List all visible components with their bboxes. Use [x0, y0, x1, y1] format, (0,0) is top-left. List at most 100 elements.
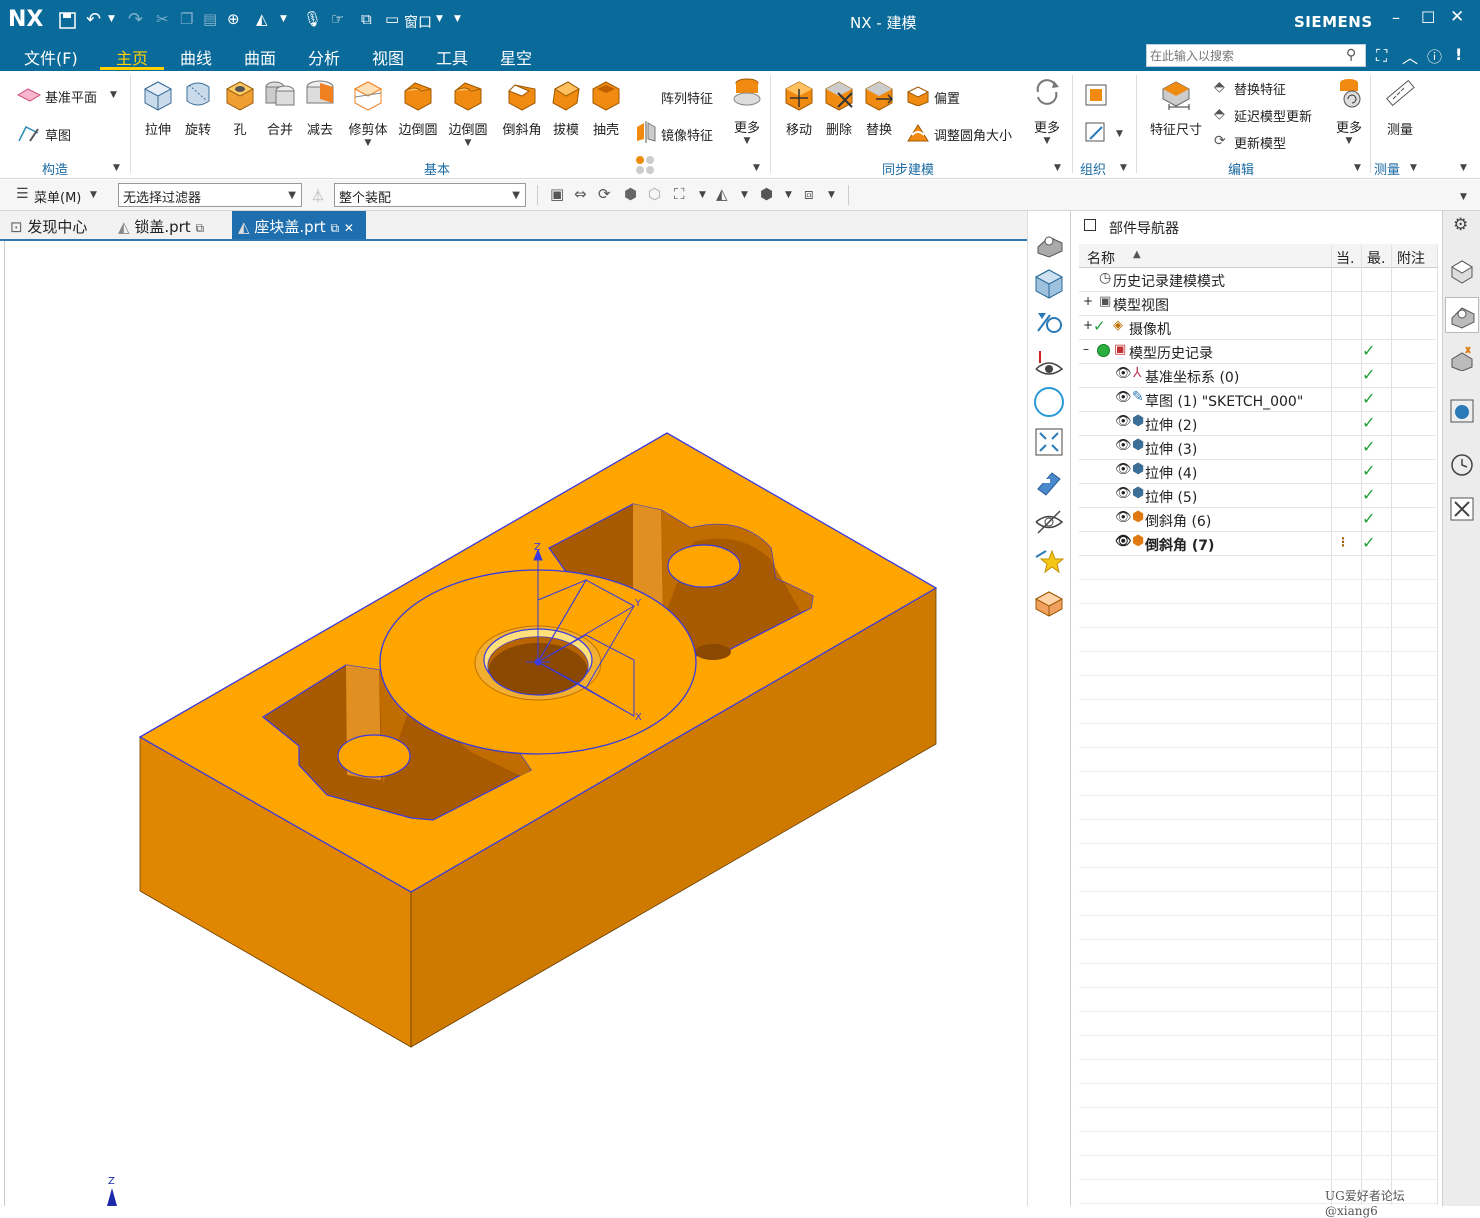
edit-group-dropdown-icon[interactable]: ▼ — [1354, 163, 1361, 173]
select-body-icon[interactable]: ⬢ — [624, 185, 637, 203]
eye-icon[interactable]: 👁 — [1115, 438, 1132, 453]
sync-more-dropdown-icon[interactable]: ▼ — [1028, 136, 1066, 146]
eye-icon[interactable]: 👁 — [1115, 462, 1132, 477]
touch-icon[interactable]: ☞ — [331, 10, 344, 28]
minimize-icon[interactable]: – — [1392, 8, 1400, 27]
eye-icon[interactable]: 👁 — [1115, 414, 1132, 429]
trim-body-button[interactable]: 修剪体 ▼ — [344, 77, 392, 148]
tools-palette-icon[interactable] — [1448, 495, 1476, 523]
tree-row-extrude-5[interactable]: 👁 ⬢ 拉伸 (5) ✓ — [1079, 484, 1435, 508]
shell-button[interactable]: 抽壳 — [588, 77, 624, 138]
sort-ascending-icon[interactable]: ▲ — [1133, 249, 1141, 260]
favorite-view-icon[interactable] — [1032, 545, 1066, 579]
extrude-button[interactable]: 拉伸 — [140, 77, 176, 138]
resize-blend-button[interactable]: 调整圆角大小 — [934, 125, 1012, 144]
search-icon[interactable]: ⚲ — [1346, 47, 1356, 63]
tab-lock-cover[interactable]: ◭ 锁盖.prt ⧉ — [112, 211, 210, 239]
part-navigator-tab[interactable] — [1445, 297, 1479, 333]
tree-row-cameras[interactable]: + ✓ ◈ 摄像机 — [1079, 316, 1435, 340]
menu-hamburger-icon[interactable]: ☰ — [16, 186, 29, 202]
menu-tools[interactable]: 工具 — [436, 45, 468, 69]
mic-icon[interactable]: 🎙 — [303, 10, 322, 28]
eye-icon[interactable]: 👁 — [1115, 366, 1132, 381]
datum-plane-dropdown-icon[interactable]: ▼ — [110, 90, 117, 100]
edge-blend-button[interactable]: 边倒圆 — [396, 77, 440, 138]
fullscreen-icon[interactable]: ⛶ — [1376, 46, 1387, 66]
save-icon[interactable] — [58, 11, 78, 31]
shaded-edges-icon[interactable] — [1032, 225, 1066, 259]
replace-face-button[interactable]: 替换 — [860, 77, 898, 138]
navigator-checkbox[interactable] — [1084, 219, 1096, 231]
isometric-view-icon[interactable] — [1032, 265, 1066, 299]
menu-curve[interactable]: 曲线 — [180, 45, 212, 69]
layer-model-icon[interactable] — [1032, 585, 1066, 619]
edit-more-dropdown-icon[interactable]: ▼ — [1330, 136, 1368, 146]
col-notes[interactable]: 附注 — [1397, 248, 1425, 268]
select-rotate-icon[interactable]: ⟳ — [598, 185, 611, 203]
fit-view-dropdown-icon[interactable]: ▼ — [699, 190, 706, 200]
render-style-icon[interactable]: ◭ — [716, 185, 728, 203]
col-name[interactable]: 名称 — [1087, 248, 1115, 268]
sync-more-button[interactable]: 更多 ▼ — [1028, 75, 1066, 146]
assembly-navigator-icon[interactable] — [1448, 257, 1476, 285]
tree-row-history-mode[interactable]: ◷ 历史记录建模模式 — [1079, 268, 1435, 292]
part-icon[interactable]: ◭ — [256, 10, 268, 28]
tree-row-chamfer-7[interactable]: 👁 ⬢ 倒斜角 (7) ⋮ ✓ — [1079, 532, 1435, 556]
tab-seat-cover[interactable]: ◭ 座块盖.prt ⧉ ✕ — [232, 211, 366, 239]
edge-blend-dropdown-icon[interactable]: ▼ — [446, 138, 490, 148]
layer-settings-icon[interactable]: ⧈ — [804, 185, 814, 203]
undo-icon[interactable]: ↶ — [86, 9, 101, 30]
col-latest[interactable]: 最. — [1367, 248, 1385, 268]
collapse-icon[interactable]: – — [1083, 342, 1089, 356]
hole-button[interactable]: 孔 — [222, 77, 258, 138]
clip-section-icon[interactable] — [1032, 465, 1066, 499]
tab-discovery-center[interactable]: ⊡ 发现中心 — [4, 211, 93, 239]
edit-section-icon[interactable] — [1032, 305, 1066, 339]
tree-row-sketch[interactable]: 👁 ✎ 草图 (1) "SKETCH_000" ✓ — [1079, 388, 1435, 412]
part-model[interactable]: Z Y X Z — [5, 241, 1027, 1206]
organize-tools-icon[interactable] — [1084, 121, 1108, 145]
select-between-icon[interactable]: ⇔ — [574, 185, 587, 203]
notify-icon[interactable]: ! — [1455, 45, 1462, 64]
collapse-ribbon-icon[interactable]: ︿ — [1402, 44, 1418, 68]
part-dropdown-icon[interactable]: ▼ — [280, 14, 287, 24]
expand-icon[interactable]: + — [1083, 294, 1093, 308]
feature-dimension-button[interactable]: 特征尺寸 — [1144, 77, 1208, 138]
history-palette-icon[interactable] — [1448, 451, 1476, 479]
tree-row-datum-csys[interactable]: 👁 ⅄ 基准坐标系 (0) ✓ — [1079, 364, 1435, 388]
basic-more-dropdown-icon[interactable]: ▼ — [728, 136, 766, 146]
close-tab-icon[interactable]: ✕ — [344, 221, 354, 235]
subtract-button[interactable]: 减去 — [302, 77, 338, 138]
pattern-feature-button[interactable]: 阵列特征 — [661, 88, 713, 107]
edit-more-button[interactable]: 更多 ▼ — [1330, 75, 1368, 146]
organize-group-dropdown-icon[interactable]: ▼ — [1120, 163, 1127, 173]
replace-feature-button[interactable]: 替换特征 — [1234, 79, 1286, 98]
customize-dropdown-icon[interactable]: ▼ — [454, 14, 461, 24]
type-filter-select[interactable]: 无选择过滤器 ▼ — [118, 183, 302, 207]
settings-gear-icon[interactable]: ⚙ — [1453, 215, 1468, 235]
menu-surface[interactable]: 曲面 — [244, 45, 276, 69]
help-icon[interactable]: ⓘ — [1427, 46, 1442, 67]
update-model-button[interactable]: 更新模型 — [1234, 133, 1286, 152]
repeat-icon[interactable]: ⊕ — [227, 10, 240, 28]
group-feature-icon[interactable] — [1084, 83, 1108, 107]
eye-icon[interactable]: 👁 — [1115, 486, 1132, 501]
ribbon-options-dropdown-icon[interactable]: ▼ — [1460, 163, 1467, 173]
select-feature-icon[interactable]: ▣ — [550, 185, 564, 203]
unite-button[interactable]: 合并 — [262, 77, 298, 138]
delay-update-button[interactable]: 延迟模型更新 — [1234, 106, 1312, 125]
close-icon[interactable]: ✕ — [1450, 7, 1464, 27]
trim-body-dropdown-icon[interactable]: ▼ — [344, 138, 392, 148]
menu-view[interactable]: 视图 — [372, 45, 404, 69]
tree-row-chamfer-6[interactable]: 👁 ⬢ 倒斜角 (6) ✓ — [1079, 508, 1435, 532]
window-dropdown-icon[interactable]: ▼ — [436, 14, 443, 24]
construct-dropdown-icon[interactable]: ▼ — [113, 163, 120, 173]
tree-row-model-history[interactable]: – ▣ 模型历史记录 ✓ — [1079, 340, 1435, 364]
circle-select-icon[interactable] — [1032, 385, 1066, 419]
mirror-feature-button[interactable]: 镜像特征 — [661, 125, 713, 144]
show-hide-icon[interactable] — [1032, 345, 1066, 379]
sketch-button[interactable]: 草图 — [45, 125, 71, 144]
tree-row-extrude-2[interactable]: 👁 ⬢ 拉伸 (2) ✓ — [1079, 412, 1435, 436]
draft-button[interactable]: 拔模 — [548, 77, 584, 138]
external-link-icon[interactable]: ⧉ — [330, 221, 339, 235]
